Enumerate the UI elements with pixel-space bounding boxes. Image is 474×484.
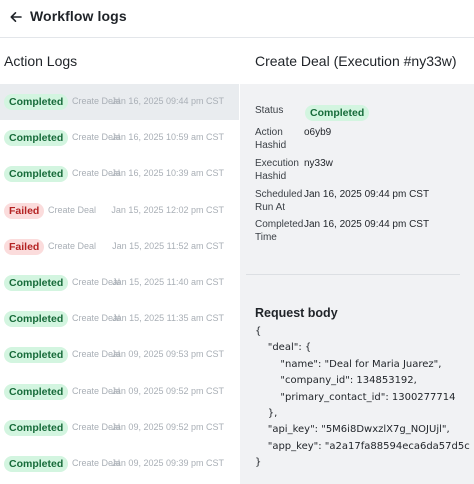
request-body-code: { "deal": { "name": "Deal for Maria Juar… [255, 324, 470, 472]
execution-detail-panel: Status Completed Action Hashid o6yb9 Exe… [240, 84, 474, 484]
log-timestamp: Jan 09, 2025 09:39 pm CST [111, 458, 224, 468]
execution-hashid-value: ny33w [304, 158, 333, 169]
log-status-badge: Completed [4, 275, 69, 291]
log-row[interactable]: Completed Create Deal Jan 09, 2025 09:52 p… [0, 410, 239, 446]
request-body-title: Request body [255, 306, 338, 320]
completed-time-value: Jan 16, 2025 09:44 pm CST [304, 219, 430, 230]
top-bar: Workflow logs [0, 0, 474, 38]
log-timestamp: Jan 09, 2025 09:52 pm CST [111, 385, 224, 396]
log-timestamp: Jan 16, 2025 10:39 am CST [111, 168, 224, 179]
log-row[interactable]: Completed Create Deal Jan 16, 2025 10:39 a… [0, 156, 239, 192]
log-timestamp: Jan 16, 2025 09:44 pm CST [111, 96, 224, 106]
scheduled-run-value: Jan 16, 2025 09:44 pm CST [304, 189, 430, 200]
code-line: }, [255, 407, 278, 419]
log-timestamp: Jan 15, 2025 11:40 am CST [112, 277, 224, 287]
log-status-badge: Completed [4, 311, 69, 328]
log-status-badge: Completed [4, 94, 69, 110]
log-status-badge: Failed [4, 202, 45, 219]
code-line: "company_id": 134853192, [255, 375, 417, 387]
log-status-badge: Completed [4, 130, 69, 147]
log-row[interactable]: Completed Create Deal Jan 16, 2025 09:44 p… [0, 84, 239, 120]
page-title: Workflow logs [30, 8, 127, 24]
log-timestamp: Jan 09, 2025 09:53 pm CST [111, 349, 224, 360]
log-row[interactable]: Completed Create Deal Jan 09, 2025 09:39 p… [0, 446, 239, 482]
log-timestamp: Jan 15, 2025 12:02 pm CST [111, 204, 224, 215]
log-status-badge: Completed [4, 419, 69, 436]
code-line: { [255, 326, 262, 337]
log-timestamp: Jan 16, 2025 10:59 am CST [111, 132, 224, 143]
log-timestamp: Jan 09, 2025 09:52 pm CST [111, 421, 224, 432]
log-status-badge: Failed [4, 238, 45, 255]
log-status-badge: Completed [4, 347, 69, 364]
section-divider [246, 274, 460, 275]
action-hashid-label: Action Hashid [255, 127, 287, 151]
log-row[interactable]: Completed Create Deal Jan 15, 2025 11:35 a… [0, 301, 239, 337]
action-logs-list: Completed Create Deal Jan 16, 2025 09:44 p… [0, 84, 240, 484]
code-line: "name": "Deal for Maria Juarez", [255, 358, 442, 370]
execution-hashid-label: Execution Hashid [255, 158, 299, 182]
completed-time-label: Completed Time [255, 219, 304, 243]
log-timestamp: Jan 15, 2025 11:35 am CST [112, 313, 224, 324]
status-badge: Completed [305, 105, 370, 121]
code-line: "app_key": "a2a17fa88594eca6da57d5c [255, 440, 470, 452]
action-hashid-value: o6yb9 [304, 127, 332, 138]
execution-heading: Create Deal (Execution #ny33w) [255, 53, 457, 69]
action-logs-heading: Action Logs [4, 53, 78, 69]
log-row[interactable]: Completed Create Deal Jan 16, 2025 10:59 a… [0, 120, 239, 156]
log-timestamp: Jan 15, 2025 11:52 am CST [112, 240, 224, 251]
scheduled-run-label: Scheduled Run At [255, 189, 303, 213]
code-line: } [255, 457, 262, 469]
log-status-badge: Completed [4, 383, 69, 400]
log-status-badge: Completed [4, 166, 69, 183]
log-row[interactable]: Failed Create Deal Jan 15, 2025 12:02 pm C… [0, 193, 239, 229]
log-row[interactable]: Completed Create Deal Jan 15, 2025 11:40 a… [0, 265, 239, 301]
arrow-left-icon[interactable] [8, 9, 24, 25]
code-line: "primary_contact_id": 1300277714 [255, 391, 456, 403]
code-line: "deal": { [255, 342, 312, 354]
log-row[interactable]: Failed Create Deal Jan 15, 2025 11:52 am C… [0, 229, 239, 265]
log-status-badge: Completed [4, 456, 69, 472]
log-row[interactable]: Completed Create Deal Jan 09, 2025 09:53 p… [0, 337, 239, 373]
log-row[interactable]: Completed Create Deal Jan 09, 2025 09:52 p… [0, 374, 239, 410]
code-line: "api_key": "5M6i8DwxzlX7g_NOJUjl", [255, 424, 450, 436]
status-label: Status [255, 105, 284, 116]
